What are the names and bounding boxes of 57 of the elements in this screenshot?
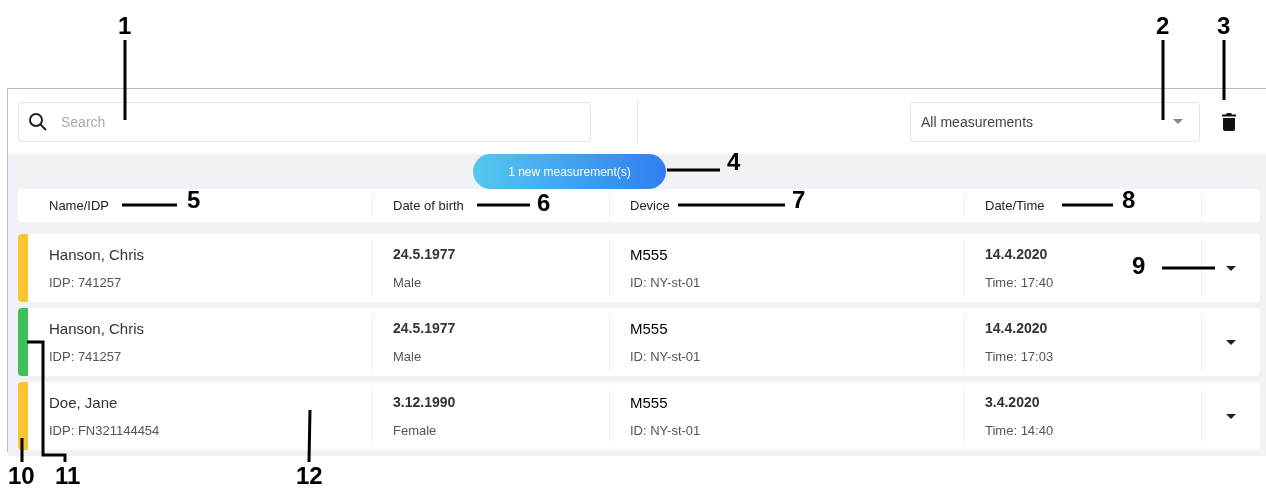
leader-line bbox=[122, 203, 177, 207]
patient-name: Doe, Jane bbox=[49, 394, 119, 411]
device-id: ID: NY-st-01 bbox=[630, 275, 702, 290]
callout-number: 11 bbox=[55, 464, 81, 488]
column-header[interactable]: Date/Time bbox=[985, 198, 1045, 213]
measurement-time: Time: 17:03 bbox=[985, 348, 1055, 364]
device-name: M555 bbox=[630, 394, 669, 411]
leader-line bbox=[477, 203, 530, 207]
column-header[interactable]: Device bbox=[630, 198, 670, 213]
callout-number: 2 bbox=[1156, 14, 1170, 38]
column-header[interactable]: Name/IDP bbox=[49, 198, 109, 213]
callout-number: 10 bbox=[8, 464, 35, 488]
search-field[interactable]: Search bbox=[18, 101, 591, 142]
sex: Male bbox=[393, 274, 423, 290]
expand-caret-icon[interactable] bbox=[1226, 265, 1236, 271]
callout-number: 7 bbox=[792, 188, 806, 212]
column-header[interactable]: Date of birth bbox=[393, 198, 464, 213]
measurement-date: 3.4.2020 bbox=[985, 394, 1041, 411]
birth-date: 24.5.1977 bbox=[393, 320, 457, 337]
measurement-row[interactable]: Doe, Jane IDP: FN321144454 3.12.1990 Female M555 ID: NY-st-01 3.4.2020 Time: 14:40 bbox=[18, 382, 1260, 450]
leader-line bbox=[1222, 40, 1226, 100]
patient-idp: IDP: 741257 bbox=[49, 349, 123, 364]
sex: Male bbox=[393, 348, 423, 364]
leader-line bbox=[667, 168, 720, 172]
birth-date: 3.12.1990 bbox=[393, 394, 457, 411]
callout-number: 3 bbox=[1217, 14, 1231, 38]
callout-number: 9 bbox=[1132, 254, 1146, 278]
filter-dropdown[interactable]: All measurements bbox=[910, 101, 1200, 142]
trash-icon[interactable] bbox=[1222, 112, 1236, 131]
birth-date: 24.5.1977 bbox=[393, 246, 457, 263]
sex: Female bbox=[393, 422, 438, 438]
patient-idp: IDP: 741257 bbox=[49, 275, 123, 290]
leader-line bbox=[1162, 266, 1215, 270]
measurement-date: 14.4.2020 bbox=[985, 246, 1049, 263]
patient-idp: IDP: FN321144454 bbox=[49, 423, 161, 438]
callout-number: 6 bbox=[537, 191, 551, 215]
callout-number: 5 bbox=[187, 188, 201, 212]
device-id: ID: NY-st-01 bbox=[630, 349, 702, 364]
device-name: M555 bbox=[630, 246, 669, 263]
measurement-date: 14.4.2020 bbox=[985, 320, 1049, 337]
callout-number: 4 bbox=[727, 150, 741, 174]
expand-caret-icon[interactable] bbox=[1226, 339, 1236, 345]
device-id: ID: NY-st-01 bbox=[630, 423, 702, 438]
measurement-row[interactable]: Hanson, Chris IDP: 741257 24.5.1977 Male M555 ID: NY-st-01 14.4.2020 Time: 17:03 bbox=[18, 308, 1260, 376]
callout-number: 8 bbox=[1122, 188, 1136, 212]
leader-line bbox=[20, 438, 24, 462]
leader-line bbox=[1062, 203, 1113, 207]
patient-name: Hanson, Chris bbox=[49, 246, 146, 263]
callout-number: 12 bbox=[296, 464, 323, 488]
leader-line bbox=[307, 409, 312, 463]
measurement-time: Time: 17:40 bbox=[985, 274, 1055, 290]
callout-number: 1 bbox=[118, 14, 132, 38]
measurement-time: Time: 14:40 bbox=[985, 422, 1055, 438]
expand-caret-icon[interactable] bbox=[1226, 413, 1236, 419]
patient-name: Hanson, Chris bbox=[49, 320, 146, 337]
device-name: M555 bbox=[630, 320, 669, 337]
caret-icon bbox=[1173, 119, 1183, 124]
